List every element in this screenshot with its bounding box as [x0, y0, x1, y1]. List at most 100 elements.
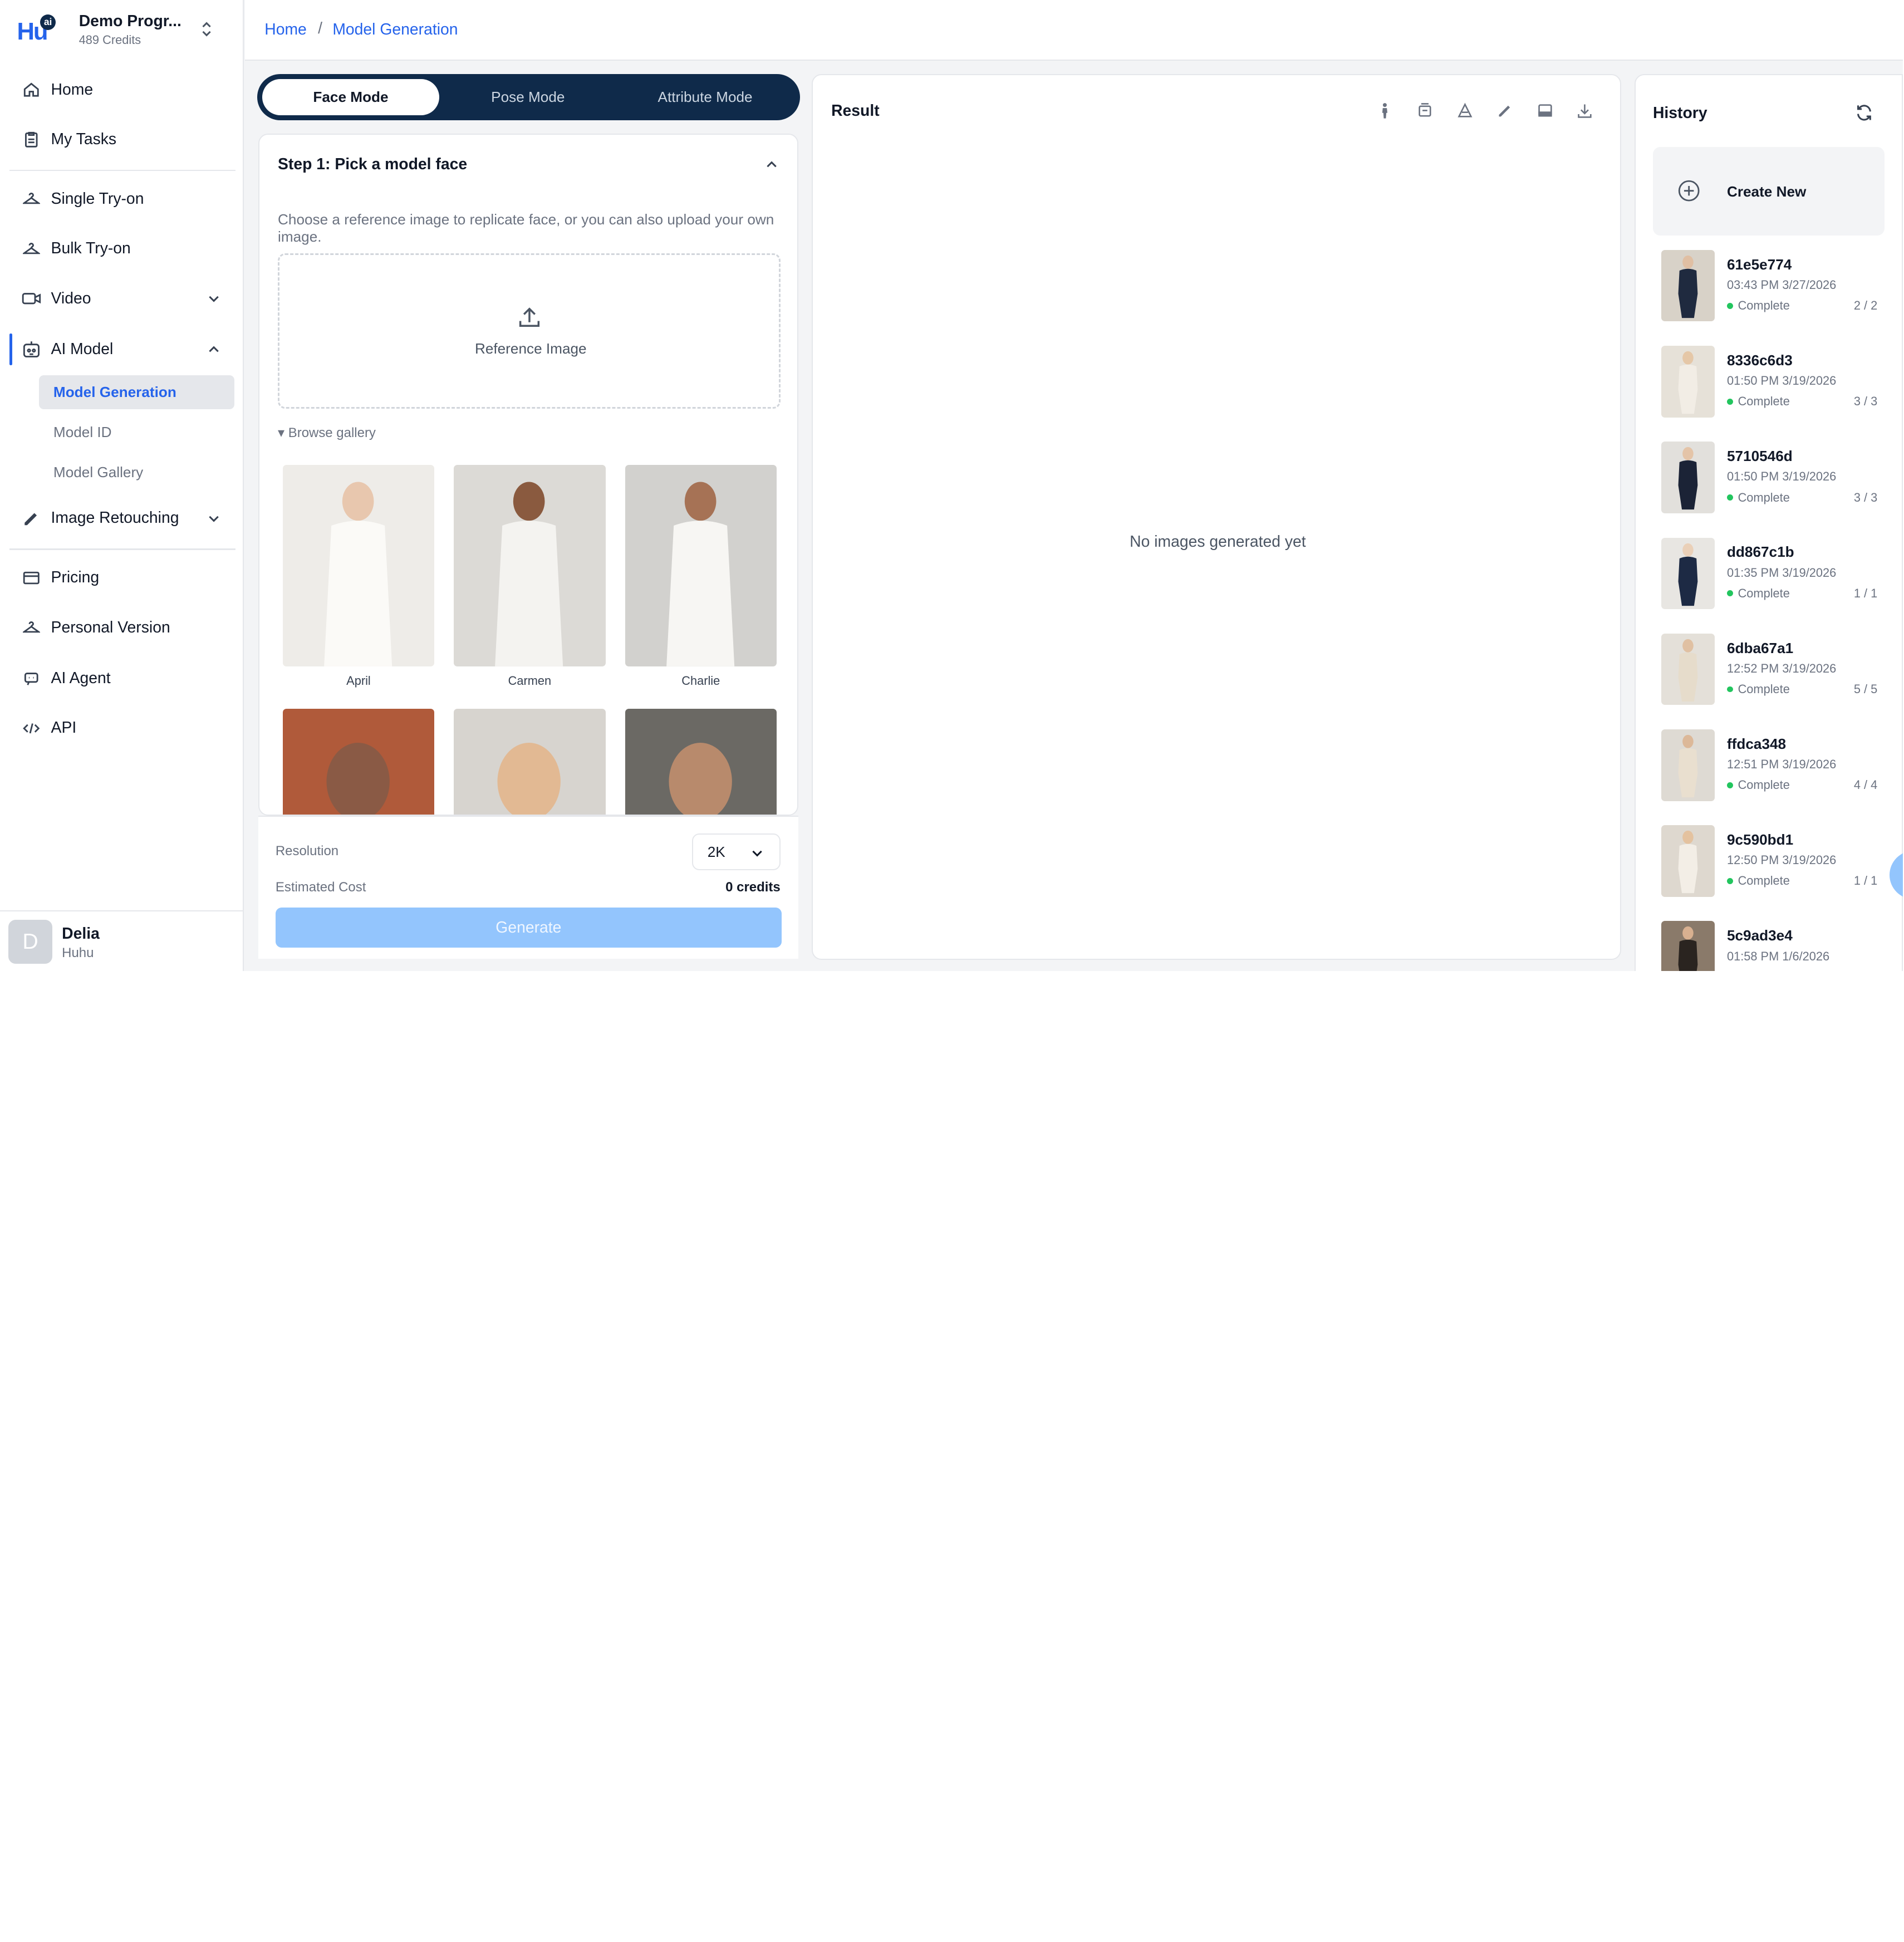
upload-icon	[516, 304, 543, 331]
nav-video[interactable]: Video	[9, 278, 235, 319]
nav-ai-agent-label: AI Agent	[51, 669, 111, 688]
nav-ai-agent[interactable]: AI Agent	[9, 658, 235, 699]
nav-pricing-label: Pricing	[51, 568, 100, 587]
sub-item-model-generation[interactable]: Model Generation	[38, 375, 234, 409]
gallery-face-card[interactable]	[454, 708, 606, 815]
home-icon	[22, 80, 41, 100]
history-item[interactable]: 61e5e774 03:43 PM 3/27/2026 Complete 2 / 2	[1636, 243, 1902, 339]
result-title: Result	[831, 101, 880, 120]
status-text: Complete	[1738, 490, 1790, 504]
history-date: 12:52 PM 3/19/2026	[1726, 661, 1837, 675]
gallery-face-card[interactable]	[625, 708, 777, 815]
chevron-up-icon	[207, 342, 221, 357]
history-thumbnail	[1661, 633, 1715, 705]
refresh-icon[interactable]	[1854, 103, 1874, 122]
nav-personal-version-label: Personal Version	[51, 618, 170, 636]
browse-gallery-toggle[interactable]: ▾ Browse gallery	[278, 425, 376, 441]
status-badge: Complete	[1726, 778, 1790, 792]
status-badge: Complete	[1726, 586, 1790, 601]
generate-button[interactable]: Generate	[275, 908, 782, 948]
history-id: dd867c1b	[1726, 543, 1794, 561]
nav-image-retouching-label: Image Retouching	[51, 509, 179, 527]
model-photo	[1678, 255, 1698, 318]
sub-item-model-gallery[interactable]: Model Gallery	[39, 455, 234, 489]
nav-api[interactable]: API	[9, 708, 235, 749]
gallery-face-card[interactable]	[625, 464, 777, 666]
model-photo	[1678, 926, 1698, 971]
gallery-face-card[interactable]	[282, 708, 435, 815]
nav-personal-version[interactable]: Personal Version	[9, 607, 235, 648]
person-icon[interactable]	[1375, 101, 1395, 120]
history-item[interactable]: 5710546d 01:50 PM 3/19/2026 Complete 3 / 3	[1636, 434, 1902, 530]
app-logo: Hu ai	[17, 14, 58, 46]
user-profile[interactable]: D Delia Huhu	[0, 910, 244, 971]
chevron-down-icon	[207, 511, 221, 526]
gallery-face-name: Carmen	[508, 673, 552, 688]
tab-attribute-mode[interactable]: Attribute Mode	[616, 79, 793, 115]
history-count: 5 / 5	[1853, 681, 1878, 696]
history-item[interactable]: ffdca348 12:51 PM 3/19/2026 Complete 4 / 4	[1636, 722, 1902, 818]
nav-video-label: Video	[51, 289, 91, 307]
reference-image-upload[interactable]: Reference Image	[278, 253, 781, 409]
model-photo	[1678, 831, 1698, 894]
plus-circle-icon	[1677, 179, 1700, 202]
nav-image-retouching[interactable]: Image Retouching	[9, 498, 235, 539]
history-item[interactable]: dd867c1b 01:35 PM 3/19/2026 Complete 1 / 1	[1636, 530, 1902, 626]
edit-icon[interactable]	[1495, 101, 1515, 120]
nav-single-tryon[interactable]: Single Try-on	[9, 178, 235, 219]
history-item[interactable]: 8336c6d3 01:50 PM 3/19/2026 Complete 3 / 3	[1636, 339, 1902, 434]
adjust-icon[interactable]	[1455, 101, 1475, 120]
chevron-up-icon[interactable]	[764, 158, 779, 172]
gallery-face-name: Charlie	[681, 673, 720, 688]
sub-item-model-id[interactable]: Model ID	[39, 415, 234, 449]
credit-card-icon	[22, 568, 41, 587]
step-description: Choose a reference image to replicate fa…	[278, 211, 774, 245]
workspace-credits: 489 Credits	[78, 32, 141, 47]
history-date: 01:35 PM 3/19/2026	[1726, 565, 1837, 580]
history-title: History	[1652, 104, 1707, 122]
status-text: Complete	[1738, 586, 1790, 600]
history-count: 3 / 3	[1853, 490, 1878, 504]
model-photo	[497, 742, 561, 815]
avatar: D	[8, 920, 52, 964]
history-count: 4 / 4	[1853, 778, 1878, 792]
gallery-face-card[interactable]	[454, 464, 606, 666]
history-item[interactable]: 5c9ad3e401:58 PM 1/6/2026Complete	[1636, 914, 1902, 971]
history-count: 1 / 1	[1853, 586, 1878, 600]
image-icon[interactable]	[1535, 101, 1555, 120]
history-thumbnail	[1661, 921, 1715, 971]
status-badge: Complete	[1726, 394, 1790, 409]
model-photo	[326, 742, 390, 815]
status-dot	[1726, 398, 1733, 405]
status-badge: Complete	[1726, 490, 1790, 505]
tab-pose-mode[interactable]: Pose Mode	[439, 79, 616, 115]
history-item[interactable]: 6dba67a1 12:52 PM 3/19/2026 Complete 5 / 5	[1636, 626, 1902, 722]
resolution-select[interactable]: 2K	[691, 833, 781, 870]
nav-bulk-tryon[interactable]: Bulk Try-on	[9, 228, 235, 269]
caret-down-icon: ▾	[278, 425, 285, 440]
status-text: Complete	[1738, 298, 1790, 313]
tab-face-mode[interactable]: Face Mode	[262, 79, 440, 116]
nav-ai-model[interactable]: AI Model	[9, 328, 235, 370]
result-panel: Result No images generated yet	[812, 73, 1622, 960]
breadcrumb-home[interactable]: Home	[264, 21, 307, 39]
nav-home[interactable]: Home	[9, 69, 235, 110]
create-new-button[interactable]: Create New	[1652, 146, 1885, 236]
nav-pricing[interactable]: Pricing	[9, 557, 235, 599]
history-id: ffdca348	[1726, 735, 1787, 752]
nav-my-tasks[interactable]: My Tasks	[9, 119, 235, 160]
history-item[interactable]: 9c590bd1 12:50 PM 3/19/2026 Complete 1 / 1	[1636, 818, 1902, 914]
nav-bulk-tryon-label: Bulk Try-on	[51, 239, 131, 258]
model-photo	[1678, 351, 1698, 414]
history-count: 3 / 3	[1853, 394, 1878, 409]
chevron-up-down-icon[interactable]	[199, 19, 214, 39]
download-icon[interactable]	[1575, 101, 1594, 120]
workspace-switcher[interactable]: Hu ai Demo Progr... 489 Credits	[0, 0, 244, 61]
model-photo	[495, 482, 563, 666]
crop-rotate-icon[interactable]	[1415, 101, 1435, 120]
gallery-face-card[interactable]	[282, 464, 435, 666]
breadcrumb-separator: /	[318, 19, 323, 37]
history-id: 5710546d	[1726, 448, 1793, 465]
status-dot	[1726, 877, 1733, 884]
status-text: Complete	[1738, 394, 1790, 409]
